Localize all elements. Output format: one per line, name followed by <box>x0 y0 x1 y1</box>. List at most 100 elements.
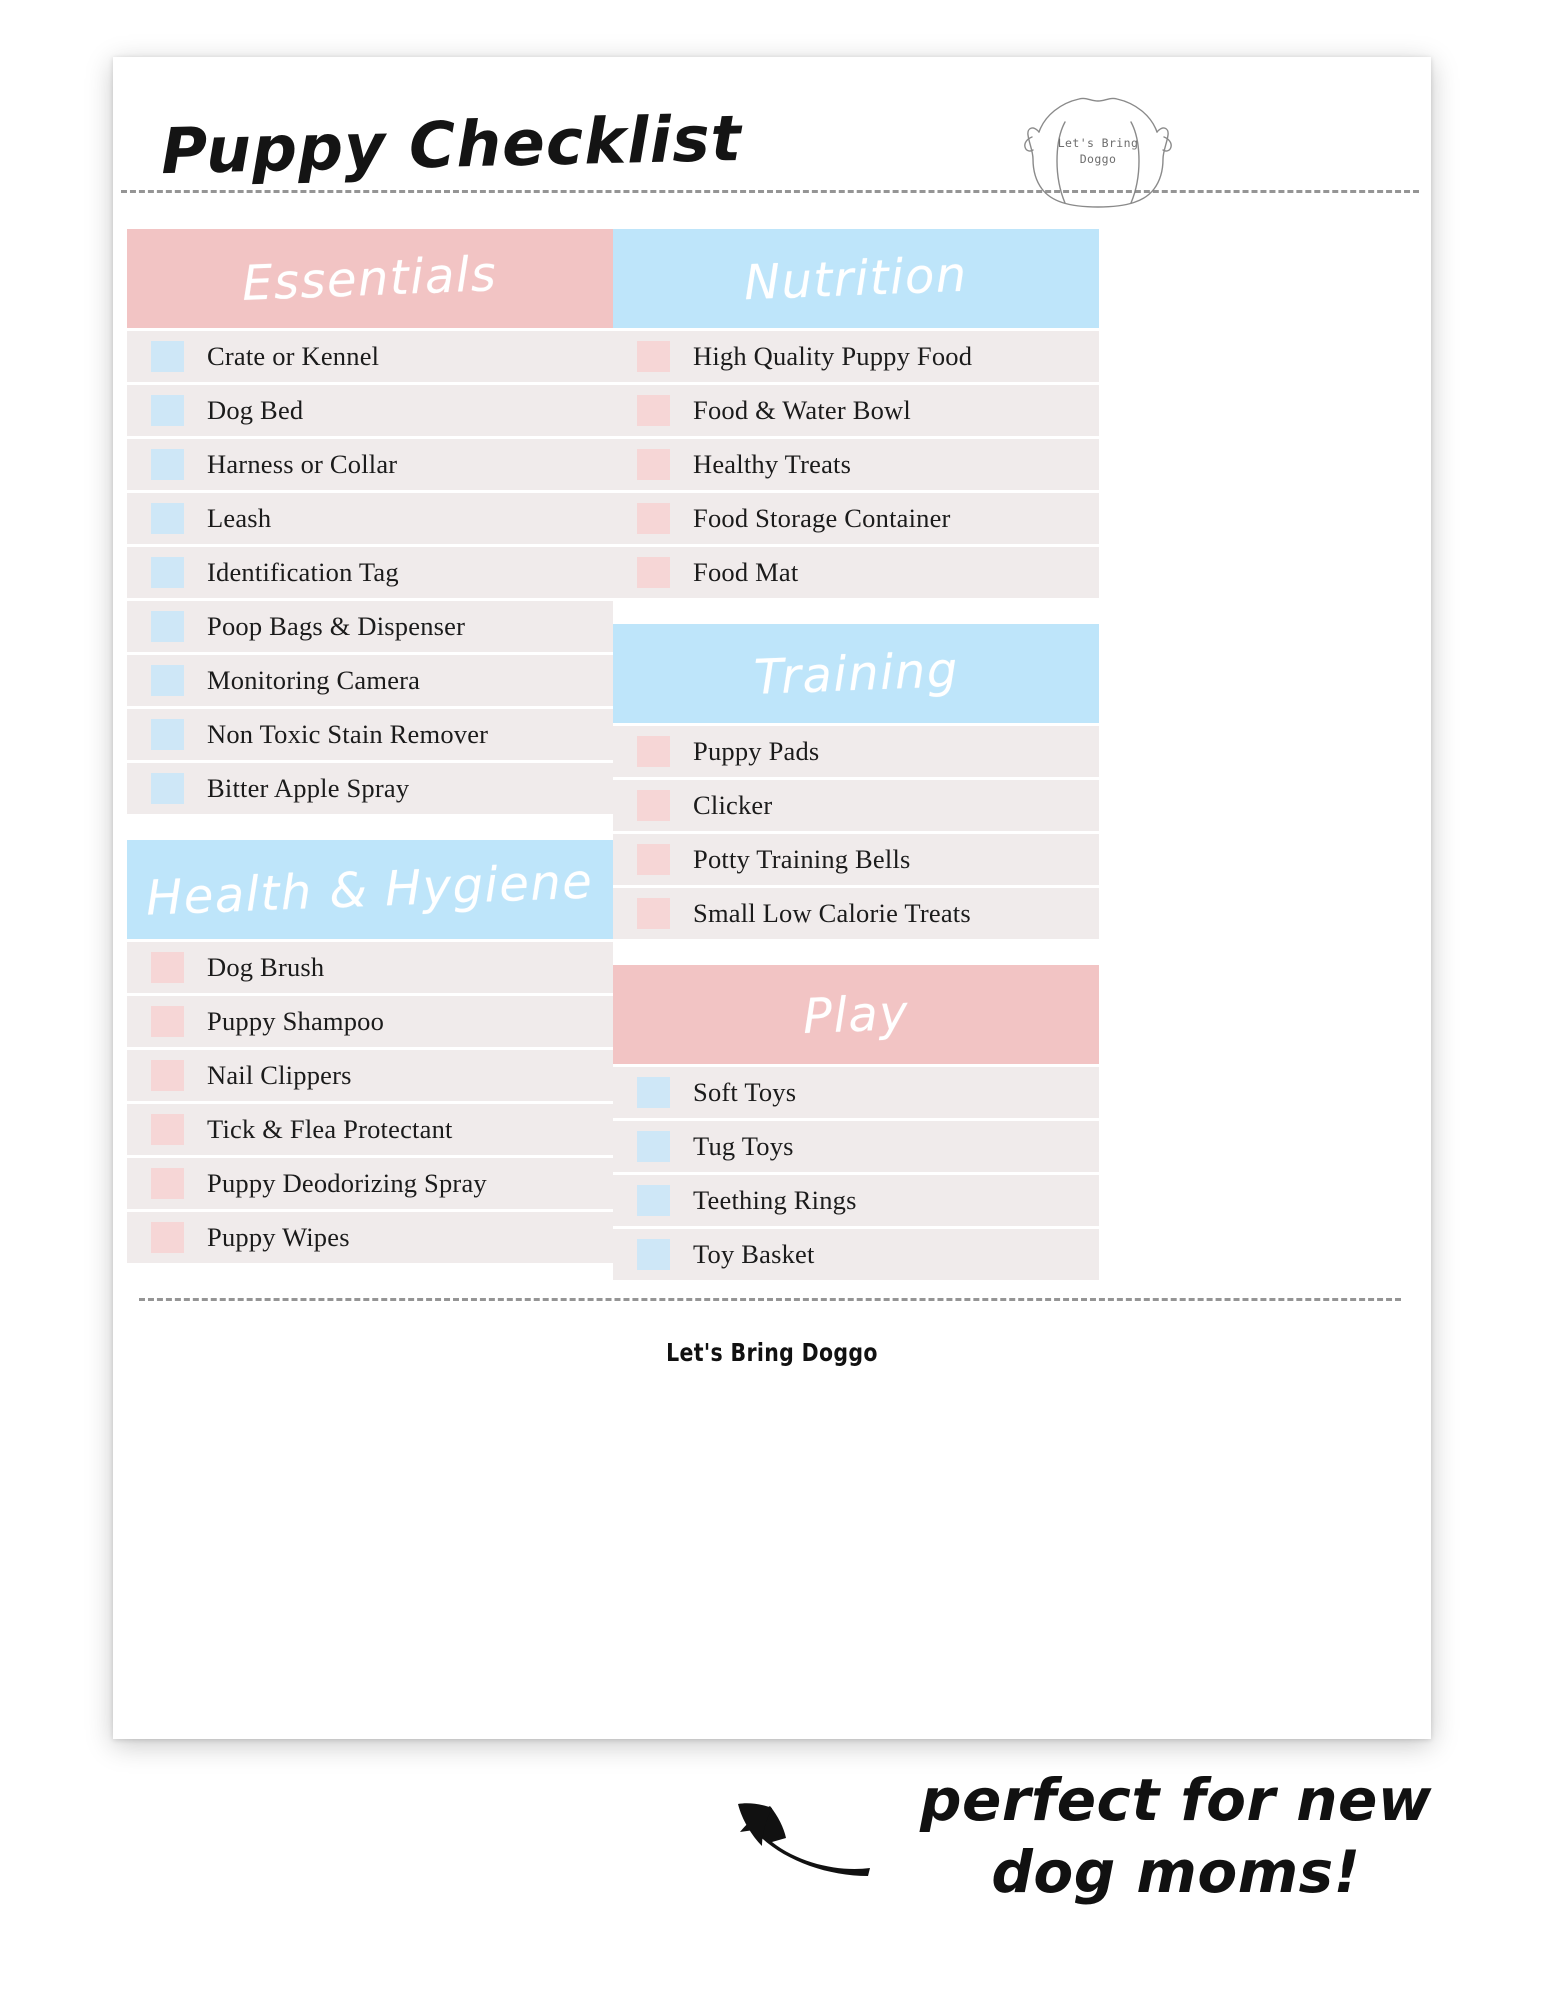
checklist-item-label: Poop Bags & Dispenser <box>207 611 466 641</box>
checkbox-icon[interactable] <box>637 449 670 480</box>
checklist-item[interactable]: Tick & Flea Protectant <box>127 1104 613 1155</box>
checkbox-icon[interactable] <box>151 395 184 426</box>
checklist-item-label: Food Mat <box>693 557 799 587</box>
checkbox-icon[interactable] <box>151 773 184 804</box>
checkbox-icon[interactable] <box>637 1185 670 1216</box>
checklist-items: Puppy Pads Clicker Potty Training Bells Sma… <box>613 726 1099 939</box>
section-training: Training Puppy Pads Clicker Potty Training … <box>613 624 1099 939</box>
checklist-item-label: Small Low Calorie Treats <box>693 898 971 928</box>
checklist-item-label: Toy Basket <box>693 1239 815 1269</box>
checkbox-icon[interactable] <box>151 503 184 534</box>
checklist-item-label: Tug Toys <box>693 1131 794 1161</box>
checkbox-icon[interactable] <box>151 952 184 983</box>
checklist-item[interactable]: Puppy Wipes <box>127 1212 613 1263</box>
checklist-item-label: Soft Toys <box>693 1077 797 1107</box>
annotation-text: perfect for new dog moms! <box>896 1764 1456 1908</box>
sheet-header: Puppy Checklist Let's Bring Doggo <box>113 57 1431 229</box>
checkbox-icon[interactable] <box>151 341 184 372</box>
checklist-item[interactable]: Dog Brush <box>127 942 613 993</box>
checklist-item[interactable]: Non Toxic Stain Remover <box>127 709 613 760</box>
checklist-item-label: Puppy Wipes <box>207 1222 350 1252</box>
divider-top <box>121 190 1419 193</box>
section-essentials: Essentials Crate or Kennel Dog Bed Harness … <box>127 229 613 814</box>
annotation-line-1: perfect for new <box>920 1766 1432 1834</box>
checklist-item-label: Healthy Treats <box>693 449 852 479</box>
checkbox-icon[interactable] <box>637 790 670 821</box>
section-nutrition: Nutrition High Quality Puppy Food Food & W… <box>613 229 1099 598</box>
checklist-item[interactable]: Puppy Shampoo <box>127 996 613 1047</box>
checklist-items: High Quality Puppy Food Food & Water Bowl… <box>613 331 1099 598</box>
checklist-item[interactable]: Identification Tag <box>127 547 613 598</box>
checklist-item-label: Identification Tag <box>207 557 399 587</box>
section-header: Nutrition <box>613 229 1099 328</box>
checkbox-icon[interactable] <box>151 1114 184 1145</box>
curved-arrow-icon <box>720 1780 880 1890</box>
checklist-item[interactable]: Puppy Deodorizing Spray <box>127 1158 613 1209</box>
checklist-item[interactable]: Food Mat <box>613 547 1099 598</box>
checklist-item[interactable]: Teething Rings <box>613 1175 1099 1226</box>
checklist-item[interactable]: Food Storage Container <box>613 493 1099 544</box>
checkbox-icon[interactable] <box>637 736 670 767</box>
checklist-item[interactable]: Potty Training Bells <box>613 834 1099 885</box>
section-health-hygiene: Health & Hygiene Dog Brush Puppy Shampoo Na… <box>127 840 613 1263</box>
checkbox-icon[interactable] <box>151 557 184 588</box>
checkbox-icon[interactable] <box>151 449 184 480</box>
section-play: Play Soft Toys Tug Toys Teething Rings Toy B… <box>613 965 1099 1280</box>
checklist-item[interactable]: High Quality Puppy Food <box>613 331 1099 382</box>
checklist-item-label: Puppy Pads <box>693 736 820 766</box>
checkbox-icon[interactable] <box>637 1077 670 1108</box>
checklist-item[interactable]: Leash <box>127 493 613 544</box>
logo-line-2: Doggo <box>1079 152 1117 166</box>
checkbox-icon[interactable] <box>637 557 670 588</box>
checkbox-icon[interactable] <box>151 1060 184 1091</box>
checklist-item-label: Non Toxic Stain Remover <box>207 719 489 749</box>
checklist-item-label: Food & Water Bowl <box>693 395 911 425</box>
checklist-item-label: Crate or Kennel <box>207 341 380 371</box>
checklist-item[interactable]: Dog Bed <box>127 385 613 436</box>
section-title: Essentials <box>241 245 499 312</box>
checklist-item[interactable]: Bitter Apple Spray <box>127 763 613 814</box>
checklist-items: Crate or Kennel Dog Bed Harness or Collar L… <box>127 331 613 814</box>
checkbox-icon[interactable] <box>151 1168 184 1199</box>
checkbox-icon[interactable] <box>151 1222 184 1253</box>
section-header: Essentials <box>127 229 613 328</box>
checklist-item[interactable]: Nail Clippers <box>127 1050 613 1101</box>
checkbox-icon[interactable] <box>151 611 184 642</box>
checklist-item[interactable]: Healthy Treats <box>613 439 1099 490</box>
logo-line-1: Let's Bring <box>1057 136 1139 150</box>
checklist-item[interactable]: Toy Basket <box>613 1229 1099 1280</box>
left-column: Essentials Crate or Kennel Dog Bed Harness … <box>127 229 613 1266</box>
checkbox-icon[interactable] <box>151 719 184 750</box>
checklist-item-label: Puppy Shampoo <box>207 1006 385 1036</box>
page-title: Puppy Checklist <box>160 101 743 189</box>
section-header: Training <box>613 624 1099 723</box>
checklist-item[interactable]: Crate or Kennel <box>127 331 613 382</box>
checklist-item-label: Bitter Apple Spray <box>207 773 410 803</box>
checkbox-icon[interactable] <box>151 1006 184 1037</box>
checklist-item[interactable]: Tug Toys <box>613 1121 1099 1172</box>
checkbox-icon[interactable] <box>637 395 670 426</box>
annotation: perfect for new dog moms! <box>720 1766 1460 1980</box>
checklist-item[interactable]: Clicker <box>613 780 1099 831</box>
checklist-item[interactable]: Soft Toys <box>613 1067 1099 1118</box>
checkbox-icon[interactable] <box>637 1131 670 1162</box>
checklist-item[interactable]: Small Low Calorie Treats <box>613 888 1099 939</box>
checklist-item-label: Clicker <box>693 790 773 820</box>
section-title: Play <box>801 984 911 1045</box>
checklist-item[interactable]: Food & Water Bowl <box>613 385 1099 436</box>
checklist-item[interactable]: Poop Bags & Dispenser <box>127 601 613 652</box>
checklist-item-label: Puppy Deodorizing Spray <box>207 1168 487 1198</box>
checkbox-icon[interactable] <box>637 341 670 372</box>
logo-text: Let's Bring Doggo <box>1003 135 1193 167</box>
checklist-item-label: Tick & Flea Protectant <box>207 1114 453 1144</box>
checklist-items: Dog Brush Puppy Shampoo Nail Clippers Tick … <box>127 942 613 1263</box>
checkbox-icon[interactable] <box>637 503 670 534</box>
checkbox-icon[interactable] <box>637 844 670 875</box>
checklist-item[interactable]: Monitoring Camera <box>127 655 613 706</box>
checkbox-icon[interactable] <box>637 898 670 929</box>
checklist-item[interactable]: Puppy Pads <box>613 726 1099 777</box>
checkbox-icon[interactable] <box>151 665 184 696</box>
checkbox-icon[interactable] <box>637 1239 670 1270</box>
footer-brand: Let's Bring Doggo <box>666 1338 878 1367</box>
checklist-item[interactable]: Harness or Collar <box>127 439 613 490</box>
